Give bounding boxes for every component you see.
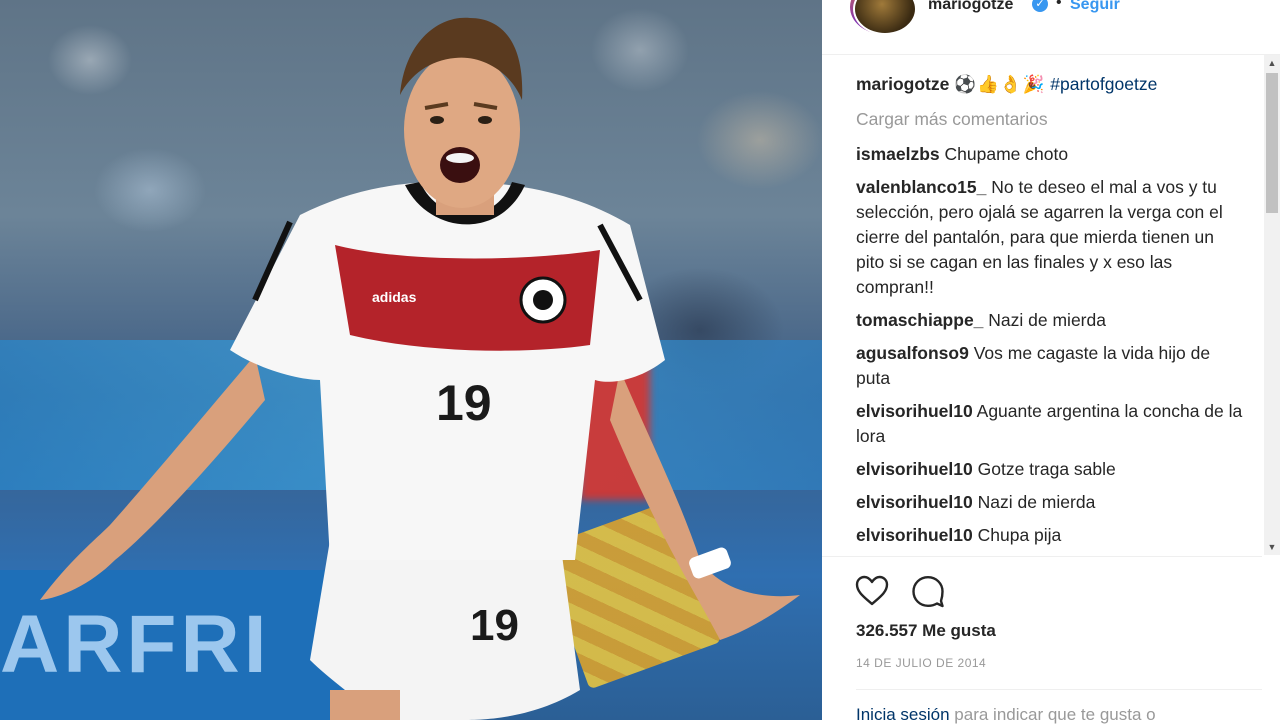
caption-emojis: ⚽👍👌🎉: [954, 74, 1046, 94]
comments-scrollbar[interactable]: ▲ ▼: [1264, 55, 1280, 555]
comment-text: Nazi de mierda: [988, 310, 1106, 330]
post-actions: 326.557 Me gusta 14 DE JULIO DE 2014 Ini…: [822, 556, 1262, 724]
avatar[interactable]: [853, 0, 917, 35]
header-separator-dot: •: [1056, 0, 1062, 11]
likes-count[interactable]: 326.557 Me gusta: [856, 621, 996, 641]
comment-text: Nazi de mierda: [977, 492, 1096, 512]
caption-hashtag-link[interactable]: #partofgoetze: [1050, 74, 1157, 94]
post-header: mariogotze ✓ • Seguir: [822, 0, 1280, 55]
scrollbar-thumb[interactable]: [1266, 73, 1278, 213]
shorts-number: 19: [470, 601, 519, 650]
post-date: 14 DE JULIO DE 2014: [856, 656, 987, 670]
login-prompt: Inicia sesión para indicar que te gusta …: [856, 705, 1256, 725]
comment-username-link[interactable]: agusalfonso9: [856, 343, 969, 363]
comment-icon[interactable]: [910, 573, 946, 609]
caption-username-link[interactable]: mariogotze: [856, 74, 949, 94]
load-more-comments-button[interactable]: Cargar más comentarios: [856, 107, 1244, 132]
comment-username-link[interactable]: elvisorihuel10: [856, 492, 973, 512]
jersey-number: 19: [436, 375, 492, 431]
header-username-link[interactable]: mariogotze: [928, 0, 1013, 14]
comment-item: tomaschiappe_ Nazi de mierda: [856, 308, 1244, 333]
comment-item: valenblanco15_ No te deseo el mal a vos …: [856, 175, 1244, 300]
comment-username-link[interactable]: valenblanco15_: [856, 177, 986, 197]
login-link[interactable]: Inicia sesión: [856, 705, 950, 724]
post-side-panel: mariogotze ✓ • Seguir mariogotze ⚽👍👌🎉 #p…: [822, 0, 1280, 724]
post-caption: mariogotze ⚽👍👌🎉 #partofgoetze: [856, 72, 1244, 97]
brand-text: adidas: [372, 289, 417, 305]
comment-item: elvisorihuel10 Gotze traga sable: [856, 457, 1244, 482]
divider: [856, 689, 1262, 690]
comment-username-link[interactable]: tomaschiappe_: [856, 310, 983, 330]
comment-text: Gotze traga sable: [977, 459, 1116, 479]
heart-icon[interactable]: [854, 573, 890, 609]
comment-username-link[interactable]: elvisorihuel10: [856, 459, 973, 479]
comment-text: Chupame choto: [944, 144, 1069, 164]
comment-username-link[interactable]: ismaelzbs: [856, 144, 940, 164]
scroll-up-arrow-icon[interactable]: ▲: [1264, 55, 1280, 71]
comment-username-link[interactable]: elvisorihuel10: [856, 525, 973, 545]
comment-item: ismaelzbs Chupame choto: [856, 142, 1244, 167]
post-photo[interactable]: ARFRI 19 adidas 19: [0, 0, 822, 720]
scroll-down-arrow-icon[interactable]: ▼: [1264, 539, 1280, 555]
follow-button[interactable]: Seguir: [1070, 0, 1120, 14]
verified-badge-icon: ✓: [1032, 0, 1048, 12]
comment-username-link[interactable]: elvisorihuel10: [856, 401, 973, 421]
comment-text: Chupa pija: [977, 525, 1062, 545]
login-prompt-text: para indicar que te gusta o: [954, 705, 1156, 724]
player-figure: 19 adidas 19: [40, 17, 800, 720]
comment-item: agusalfonso9 Vos me cagaste la vida hijo…: [856, 341, 1244, 391]
comment-item: elvisorihuel10 Chupa pija: [856, 523, 1244, 548]
comment-item: elvisorihuel10 Aguante argentina la conc…: [856, 399, 1244, 449]
comment-item: elvisorihuel10 Nazi de mierda: [856, 490, 1244, 515]
comments-list[interactable]: mariogotze ⚽👍👌🎉 #partofgoetze Cargar más…: [856, 66, 1244, 556]
